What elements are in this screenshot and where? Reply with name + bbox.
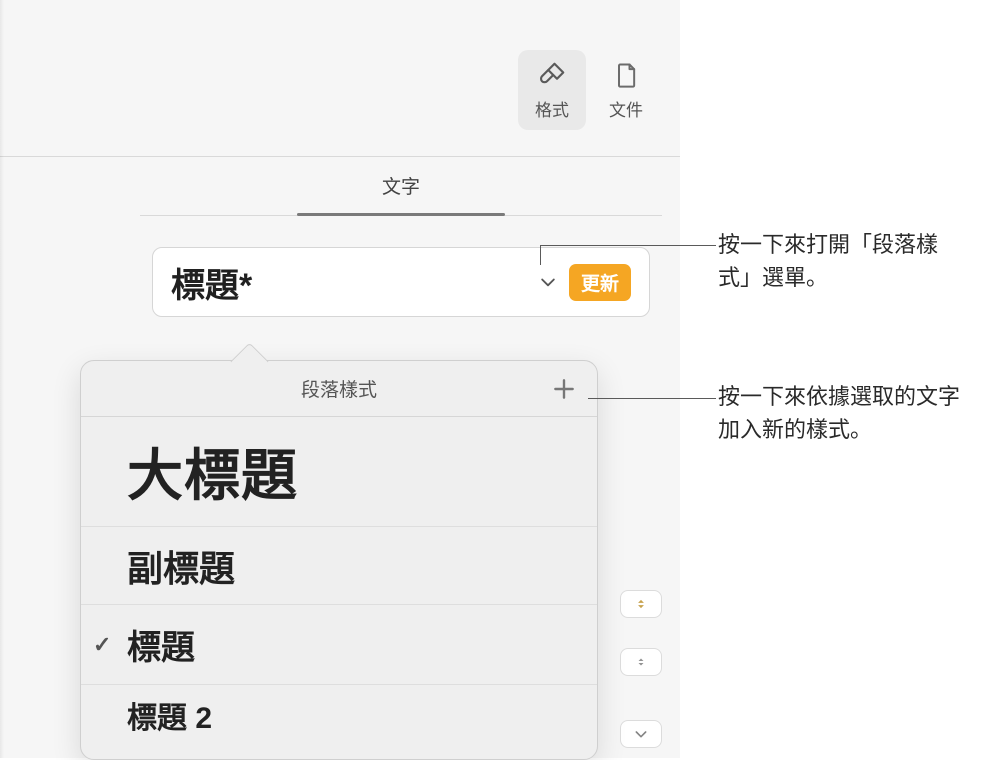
brush-icon — [537, 60, 567, 90]
section-tabs: 文字 — [140, 156, 662, 216]
document-icon — [611, 60, 641, 90]
style-item-label: 標題 2 — [127, 693, 212, 737]
tab-text-label: 文字 — [382, 172, 420, 199]
style-item-subtitle[interactable]: 副標題 — [81, 527, 597, 605]
paragraph-style-popup-button[interactable]: 標題* 更新 — [152, 247, 650, 317]
tab-text[interactable]: 文字 — [140, 156, 662, 215]
style-item-label: 大標題 — [127, 431, 298, 512]
style-item-heading[interactable]: ✓ 標題 — [81, 605, 597, 685]
update-style-button[interactable]: 更新 — [569, 264, 631, 301]
stepper[interactable] — [620, 648, 662, 676]
paragraph-style-list: 大標題 副標題 ✓ 標題 標題 2 — [81, 417, 597, 745]
callout-line — [588, 398, 716, 399]
tab-document[interactable]: 文件 — [592, 50, 660, 130]
format-inspector-panel: 格式 文件 文字 標題* 更新 — [0, 0, 680, 758]
tab-document-label: 文件 — [609, 96, 643, 121]
check-icon: ✓ — [93, 632, 111, 658]
paragraph-styles-popover: 段落樣式 大標題 副標題 ✓ 標題 標題 2 — [80, 360, 598, 760]
inspector-tabs: 格式 文件 — [518, 50, 660, 130]
tab-format-label: 格式 — [535, 96, 569, 121]
style-item-large-title[interactable]: 大標題 — [81, 417, 597, 527]
paragraph-style-row: 標題* 更新 — [140, 236, 662, 328]
style-item-heading-2[interactable]: 標題 2 — [81, 685, 597, 745]
chevron-down-icon — [537, 271, 559, 293]
popup-accessory[interactable] — [620, 590, 662, 618]
popover-header: 段落樣式 — [81, 361, 597, 417]
paragraph-style-current-label: 標題* — [171, 258, 537, 307]
add-style-button[interactable] — [549, 374, 579, 404]
style-item-label: 標題 — [127, 620, 195, 669]
callout-line — [540, 245, 541, 265]
popover-title: 段落樣式 — [301, 375, 377, 402]
crop-fade — [0, 0, 4, 758]
callout-line — [540, 245, 716, 246]
callout-add-style: 按一下來依據選取的文字加入新的樣式。 — [718, 380, 968, 446]
tab-format[interactable]: 格式 — [518, 50, 586, 130]
callout-open-menu: 按一下來打開「段落樣式」選單。 — [718, 228, 968, 294]
disclosure-chevron[interactable] — [620, 720, 662, 748]
style-item-label: 副標題 — [127, 540, 235, 592]
